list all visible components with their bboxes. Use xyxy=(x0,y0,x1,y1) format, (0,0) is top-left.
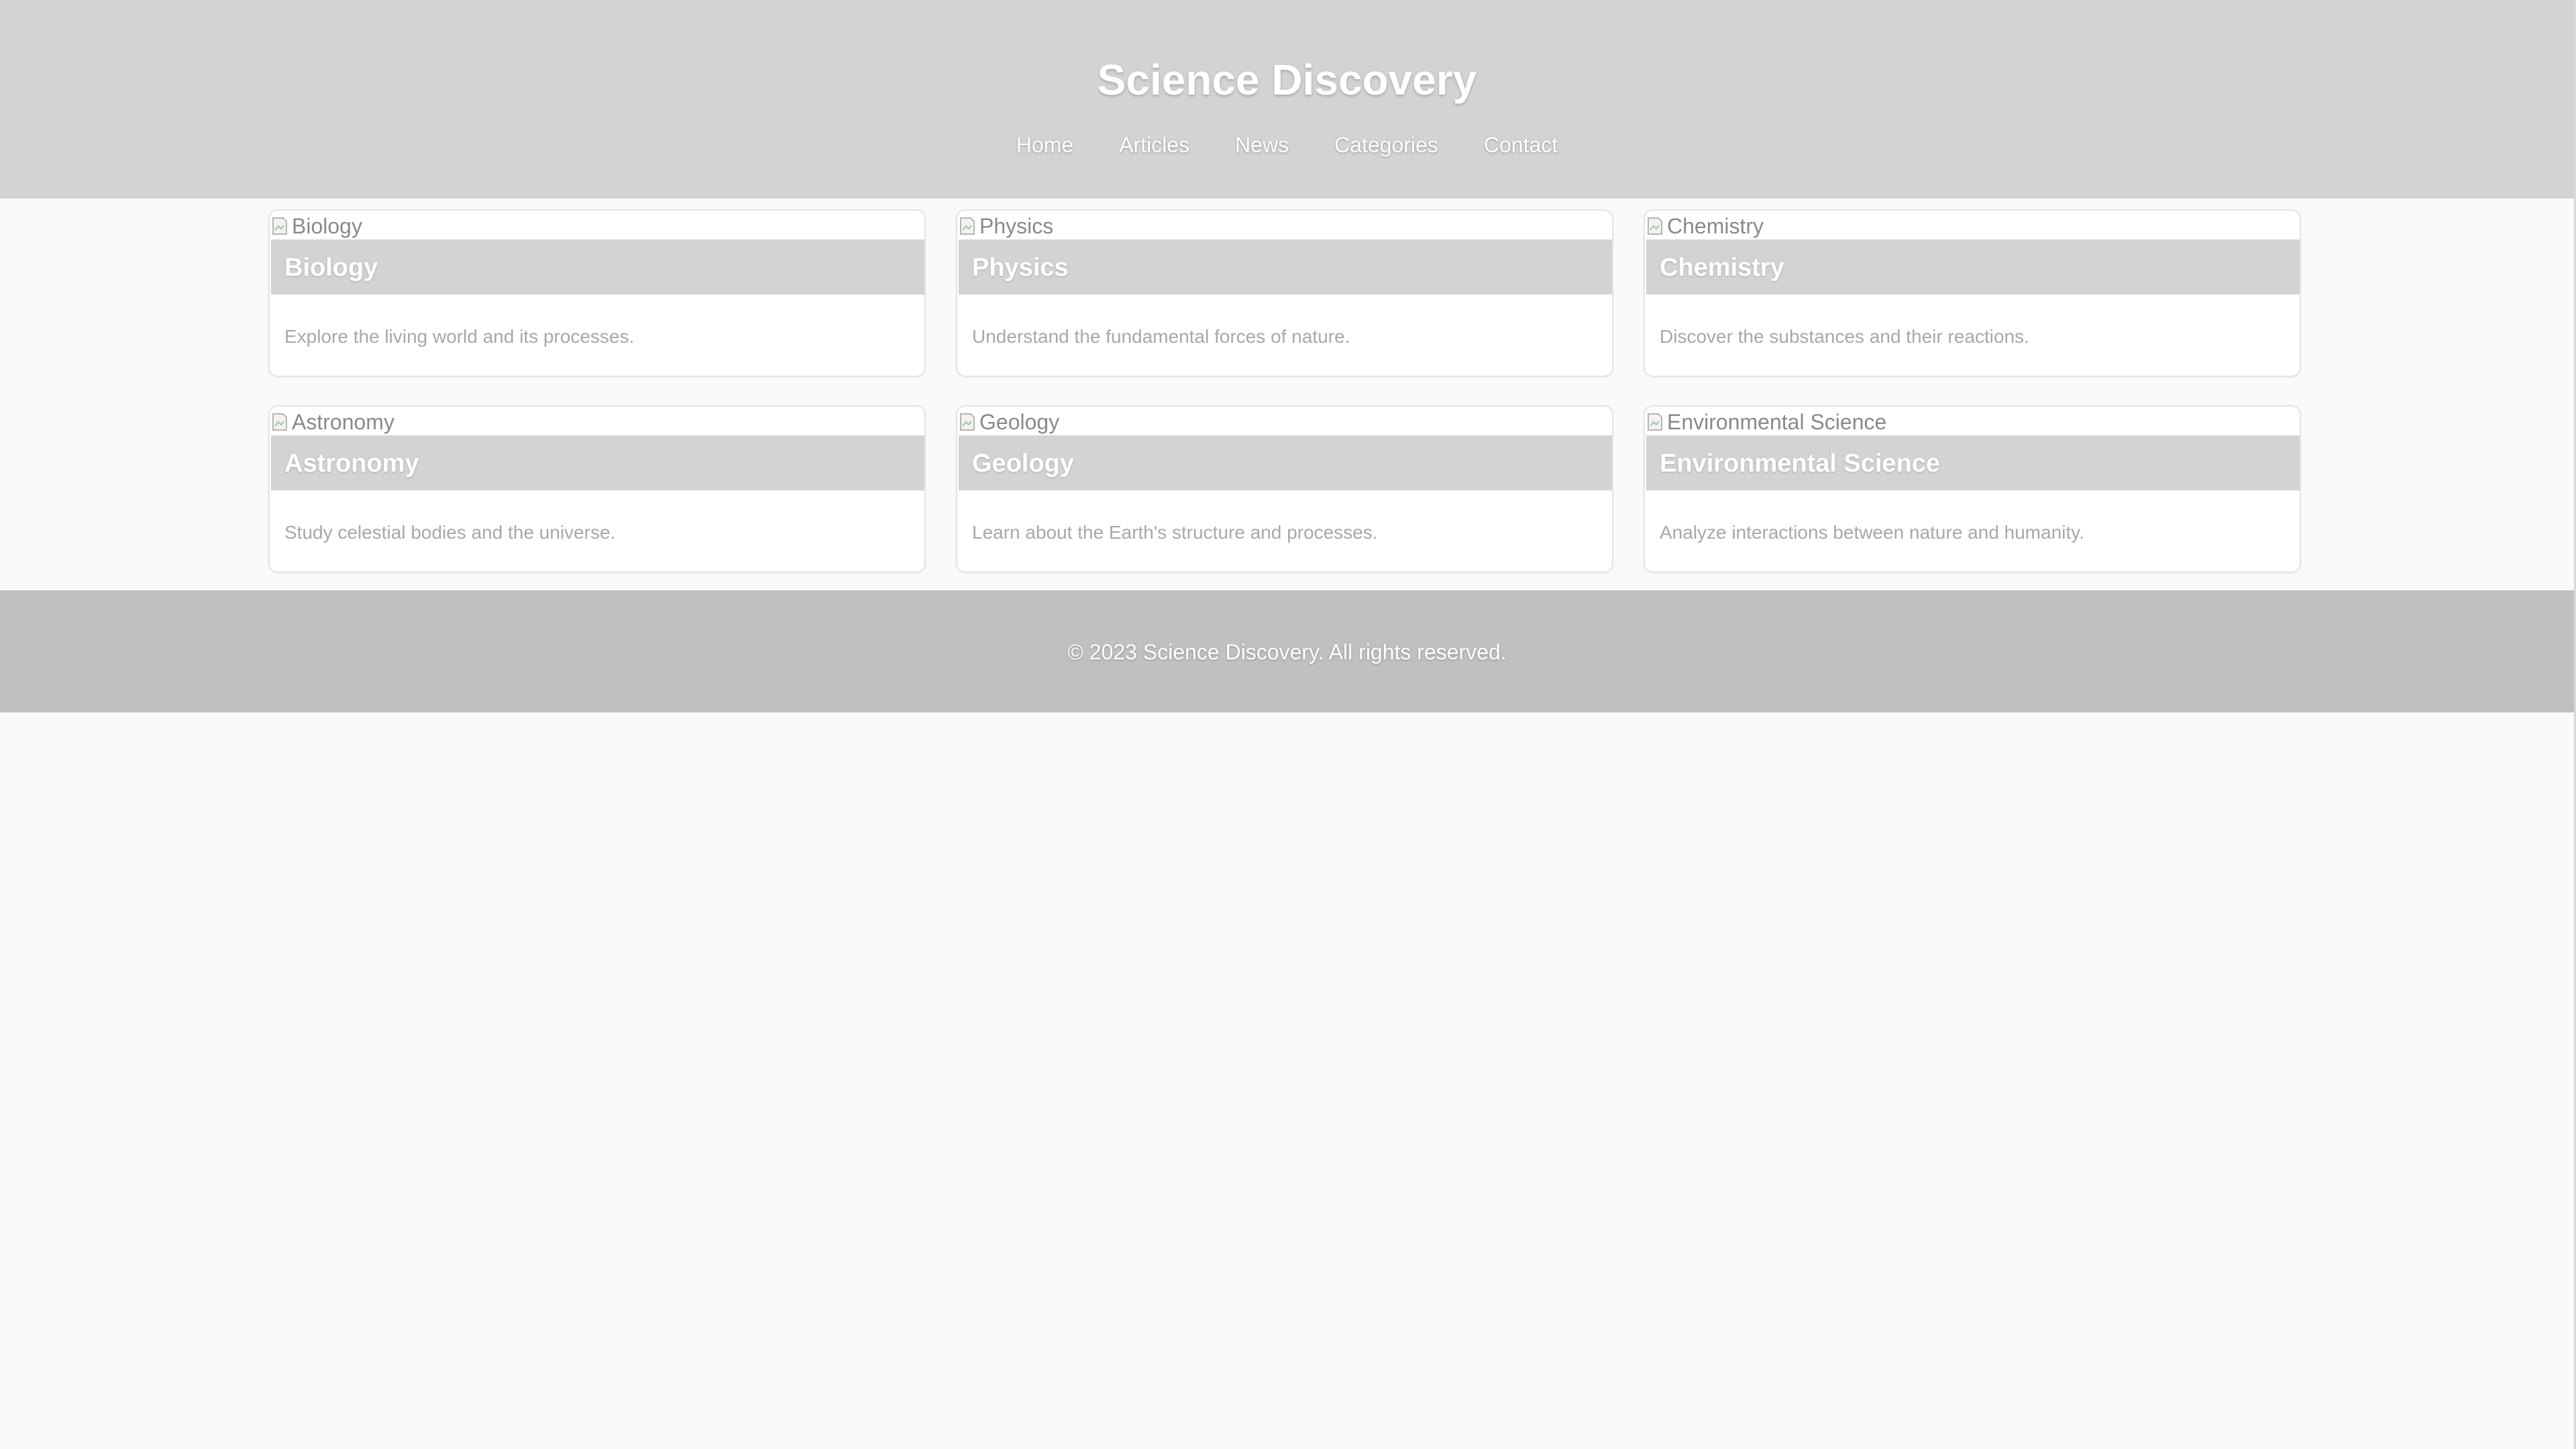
card-title-bar: Chemistry xyxy=(1646,239,2300,294)
card-image-alt-text: Astronomy xyxy=(292,410,394,434)
card-title: Physics xyxy=(972,254,1069,282)
card-title: Environmental Science xyxy=(1660,449,1941,478)
card-image-placeholder: Chemistry xyxy=(1647,213,1764,239)
category-card-physics[interactable]: Physics Physics Understand the fundament… xyxy=(956,209,1613,377)
category-card-biology[interactable]: Biology Biology Explore the living world… xyxy=(268,209,926,377)
broken-image-icon xyxy=(272,216,289,236)
card-image-alt-text: Environmental Science xyxy=(1667,410,1887,434)
card-image-placeholder: Physics xyxy=(959,213,1053,239)
card-title: Astronomy xyxy=(284,449,419,478)
card-title: Chemistry xyxy=(1660,254,1784,282)
nav-link-contact[interactable]: Contact xyxy=(1484,131,1558,158)
card-description: Analyze interactions between nature and … xyxy=(1660,522,2084,543)
card-title-bar: Physics xyxy=(959,239,1612,294)
nav-link-news[interactable]: News xyxy=(1235,131,1289,158)
card-title-bar: Environmental Science xyxy=(1646,435,2300,490)
broken-image-icon xyxy=(1647,216,1664,236)
card-image-placeholder: Biology xyxy=(272,213,362,239)
card-image-placeholder: Geology xyxy=(959,409,1059,435)
nav-link-articles[interactable]: Articles xyxy=(1119,131,1189,158)
card-description: Learn about the Earth's structure and pr… xyxy=(972,522,1378,543)
category-card-chemistry[interactable]: Chemistry Chemistry Discover the substan… xyxy=(1644,209,2301,377)
category-card-environmental-science[interactable]: Environmental Science Environmental Scie… xyxy=(1644,405,2301,573)
card-description: Understand the fundamental forces of nat… xyxy=(972,326,1350,347)
card-image-alt-text: Biology xyxy=(292,214,362,238)
category-card-grid: Biology Biology Explore the living world… xyxy=(268,209,2301,573)
broken-image-icon xyxy=(959,412,977,432)
nav-link-categories[interactable]: Categories xyxy=(1334,131,1438,158)
category-card-astronomy[interactable]: Astronomy Astronomy Study celestial bodi… xyxy=(268,405,926,573)
card-image-alt-text: Geology xyxy=(979,410,1060,434)
card-title: Geology xyxy=(972,449,1075,478)
card-title: Biology xyxy=(284,254,378,282)
card-description: Study celestial bodies and the universe. xyxy=(284,522,616,543)
card-description: Explore the living world and its process… xyxy=(284,326,635,347)
card-title-bar: Biology xyxy=(271,239,924,294)
site-header: Science Discovery Home Articles News Cat… xyxy=(0,0,2574,199)
card-description: Discover the substances and their reacti… xyxy=(1660,326,2029,347)
category-card-geology[interactable]: Geology Geology Learn about the Earth's … xyxy=(956,405,1613,573)
broken-image-icon xyxy=(959,216,977,236)
main-nav: Home Articles News Categories Contact xyxy=(0,131,2574,158)
card-title-bar: Astronomy xyxy=(271,435,924,490)
broken-image-icon xyxy=(272,412,289,432)
card-image-placeholder: Astronomy xyxy=(272,409,394,435)
card-image-placeholder: Environmental Science xyxy=(1647,409,1886,435)
nav-link-home[interactable]: Home xyxy=(1016,131,1073,158)
broken-image-icon xyxy=(1647,412,1664,432)
card-image-alt-text: Chemistry xyxy=(1667,214,1764,238)
site-title: Science Discovery xyxy=(1097,56,1477,104)
card-title-bar: Geology xyxy=(959,435,1612,490)
card-image-alt-text: Physics xyxy=(979,214,1054,238)
site-footer: © 2023 Science Discovery. All rights res… xyxy=(0,590,2574,712)
footer-copyright: © 2023 Science Discovery. All rights res… xyxy=(1067,640,1507,664)
